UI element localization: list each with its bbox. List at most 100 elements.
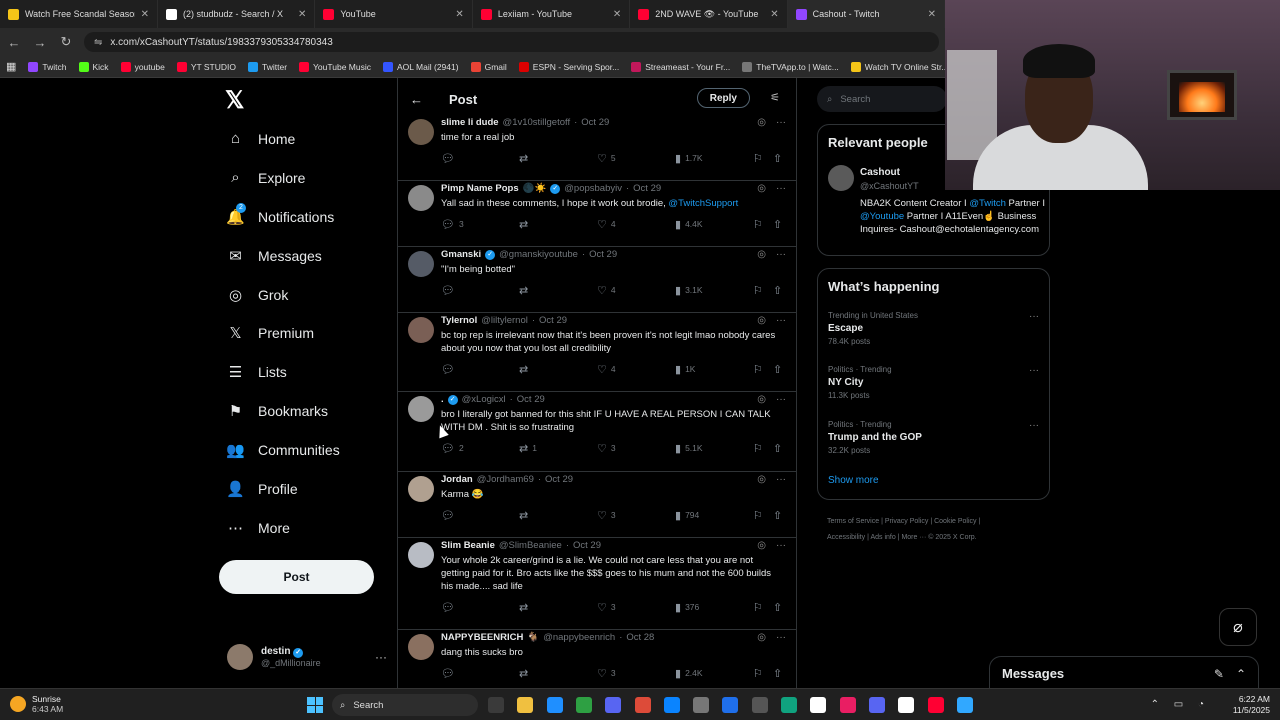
taskbar-app-icon[interactable] [810,697,827,713]
bookmark-action[interactable]: ⚐ [753,442,773,455]
clock[interactable]: 6:22 AM 11/5/2025 [1233,694,1270,716]
person-name[interactable]: Cashout [860,167,900,178]
repost-action[interactable]: ⇄ 1 [519,442,597,455]
nav-item-notifications[interactable]: 🔔 2 Notifications [226,203,334,226]
views-action[interactable]: ▮ 376 [675,601,753,614]
trend-item[interactable]: Trending in United States Escape 78.4K p… [828,311,1043,346]
avatar[interactable] [408,634,434,660]
share-action[interactable]: ⇧ [773,442,782,455]
taskbar-app-icon[interactable] [868,697,885,713]
back-icon[interactable]: ← [6,35,22,50]
more-icon[interactable]: ··· [776,632,786,643]
mention-link[interactable]: @TwitchSupport [668,198,738,209]
reply-post[interactable]: Slim Beanie @SlimBeaniee · Oct 29 ◎ ··· Y… [398,538,796,630]
taskbar-app-icon[interactable] [517,697,534,713]
taskbar-app-icon[interactable] [663,697,680,713]
taskbar-app-icon[interactable] [898,697,915,713]
bookmark-item[interactable]: Twitch [28,61,67,72]
share-action[interactable]: ⇧ [773,667,782,680]
avatar[interactable] [408,396,434,422]
bookmark-item[interactable]: ESPN - Serving Spor... [518,61,619,72]
views-action[interactable]: ▮ 2.4K [675,667,753,680]
reply-post[interactable]: slime li dude @1v10stillgetoff · Oct 29 … [398,115,796,181]
repost-action[interactable]: ⇄ [519,152,597,165]
taskbar-app-icon[interactable] [839,697,856,713]
nav-item-grok[interactable]: ◎ Grok [227,286,288,304]
share-action[interactable]: ⇧ [773,218,782,231]
reply-action[interactable]: 💬︎ 2 [441,442,519,455]
author-handle[interactable]: @popsbabyiv [564,183,622,194]
messages-drawer[interactable]: Messages ✎ ⌃ [989,656,1259,690]
author-name[interactable]: Slim Beanie [441,540,495,551]
bookmark-action[interactable]: ⚐ [753,284,773,297]
more-icon[interactable]: ··· [1029,420,1039,431]
repost-action[interactable]: ⇄ [519,667,597,680]
grok-icon[interactable]: ◎ [757,540,766,551]
reply-post[interactable]: . ✓ @xLogicxl · Oct 29 ◎ ··· bro I literal… [398,392,796,472]
reply-action[interactable]: 💬︎ [441,667,519,680]
bookmark-action[interactable]: ⚐ [753,218,773,231]
bookmark-item[interactable]: AOL Mail (2941) [383,61,459,72]
like-action[interactable]: ♡ 3 [597,509,675,522]
author-handle[interactable]: @nappybeenrich [543,632,615,643]
bookmark-item[interactable]: Watch TV Online Str... [850,61,948,72]
taskbar-app-icon[interactable] [927,697,944,713]
browser-tab[interactable]: Watch Free Scandal Season 2 T ✕ [0,0,158,28]
reply-action[interactable]: 💬︎ [441,601,519,614]
taskbar-app-icon[interactable] [693,697,710,713]
footer-row-1[interactable]: Terms of Service | Privacy Policy | Cook… [827,514,1052,530]
search-input[interactable]: ⌕ Search [817,86,947,112]
taskbar-search[interactable]: ⌕ Search [332,694,478,716]
apps-icon[interactable]: ▦ [6,60,16,73]
avatar[interactable] [408,542,434,568]
bio-link[interactable]: @Youtube [860,211,904,222]
views-action[interactable]: ▮ 4.4K [675,218,753,231]
bookmark-action[interactable]: ⚐ [753,509,773,522]
author-name[interactable]: . [441,394,444,405]
weather-widget[interactable]: Sunrise 6:43 AM [10,694,63,714]
back-arrow-icon[interactable]: ← [410,92,423,107]
taskbar-app-icon[interactable] [722,697,739,713]
bookmark-item[interactable]: Gmail [470,61,507,72]
post-date[interactable]: Oct 29 [581,117,609,128]
browser-tab[interactable]: (2) studbudz - Search / X ✕ [158,0,316,28]
nav-item-explore[interactable]: ⌕ Explore [227,169,305,186]
views-action[interactable]: ▮ 5.1K [675,442,753,455]
views-action[interactable]: ▮ 794 [675,509,753,522]
like-action[interactable]: ♡ 4 [597,218,675,231]
share-action[interactable]: ⇧ [773,601,782,614]
bookmark-action[interactable]: ⚐ [753,601,773,614]
repost-action[interactable]: ⇄ [519,601,597,614]
nav-item-lists[interactable]: ☰ Lists [227,363,287,381]
reply-action[interactable]: 💬︎ [441,152,519,165]
more-icon[interactable]: ··· [776,474,786,485]
more-icon[interactable]: ··· [375,650,387,664]
browser-tab[interactable]: Lexiiam - YouTube ✕ [473,0,631,28]
post-date[interactable]: Oct 29 [573,540,601,551]
forward-icon[interactable]: → [32,35,48,50]
x-logo-icon[interactable]: 𝕏 [225,86,244,115]
reply-post[interactable]: Pimp Name Pops 🌑☀️ ✓ @popsbabyiv · Oct 29 … [398,181,796,247]
bookmark-item[interactable]: Twitter [248,61,287,72]
repost-action[interactable]: ⇄ [519,218,597,231]
reply-button[interactable]: Reply [696,88,750,108]
reply-post[interactable]: Tylernol @liltylernol · Oct 29 ◎ ··· bc t… [398,313,796,392]
browser-tab[interactable]: 2ND WAVE 👁 - YouTube ✕ [630,0,788,28]
views-action[interactable]: ▮ 1.7K [675,152,753,165]
share-action[interactable]: ⇧ [773,509,782,522]
grok-icon[interactable]: ◎ [757,315,766,326]
nav-item-bookmarks[interactable]: ⚑ Bookmarks [227,402,328,420]
views-action[interactable]: ▮ 1K [675,363,753,376]
avatar[interactable] [408,476,434,502]
taskbar-app-icon[interactable] [546,697,563,713]
browser-tab[interactable]: Cashout - Twitch ✕ [787,0,946,28]
trend-item[interactable]: Politics · Trending Trump and the GOP 32… [828,420,1043,455]
like-action[interactable]: ♡ 4 [597,284,675,297]
author-handle[interactable]: @liltylernol [481,315,528,326]
repost-action[interactable]: ⇄ [519,284,597,297]
author-handle[interactable]: @gmanskiyoutube [499,249,578,260]
reply-post[interactable]: NAPPYBEENRICH 🐐 @nappybeenrich · Oct 28 ◎… [398,630,796,688]
author-name[interactable]: Pimp Name Pops [441,183,519,194]
site-info-icon[interactable]: ⇋ [94,37,102,48]
taskbar-app-icon[interactable] [575,697,592,713]
